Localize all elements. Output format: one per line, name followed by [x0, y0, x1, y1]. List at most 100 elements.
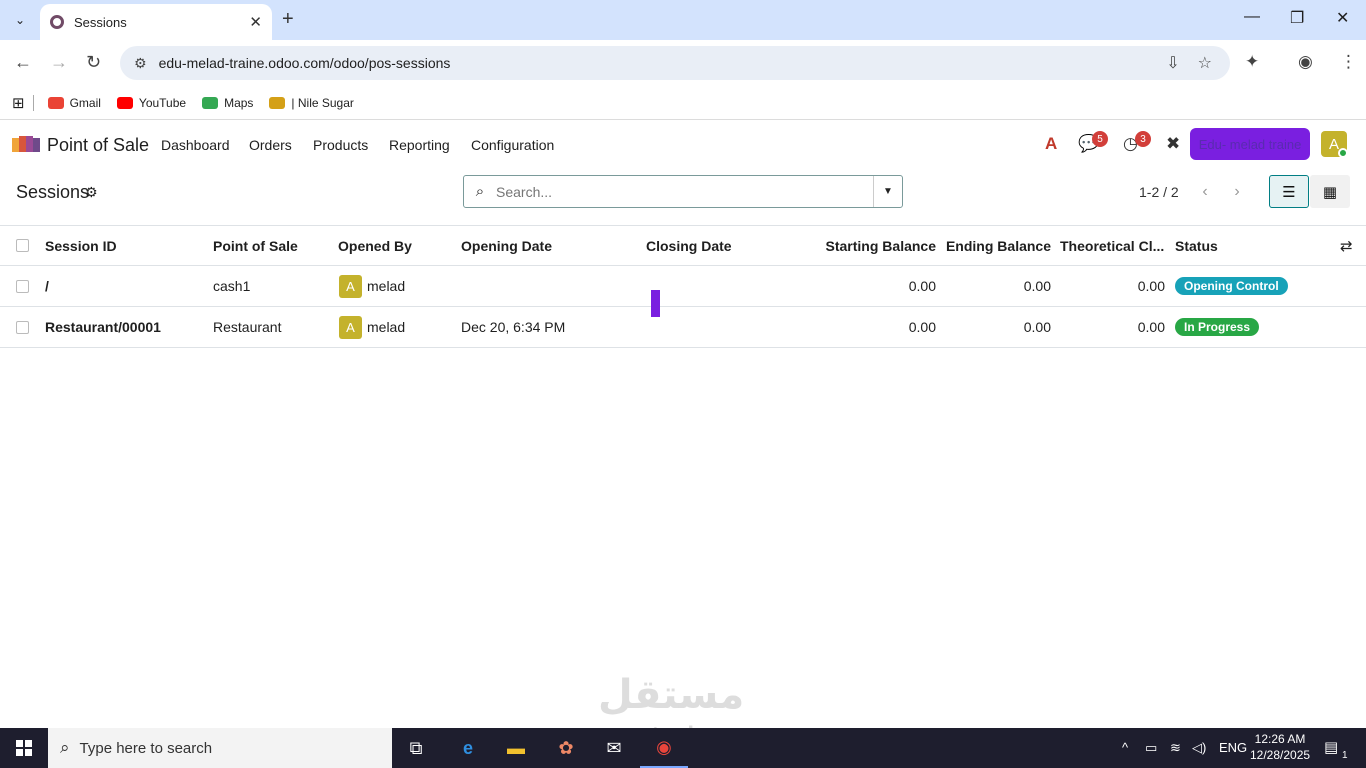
pos-app-logo-icon	[12, 136, 40, 152]
col-opened-by[interactable]: Opened By	[338, 226, 412, 265]
volume-icon[interactable]: ◁)	[1192, 740, 1206, 756]
mail-icon[interactable]: ✉	[590, 728, 638, 768]
battery-icon[interactable]: ▭	[1145, 740, 1157, 756]
clock-date: 12/28/2025	[1250, 748, 1311, 762]
windows-start-icon[interactable]	[0, 728, 48, 768]
task-view-icon[interactable]: ⧉	[392, 728, 440, 768]
browser-tab[interactable]: Sessions ✕	[40, 4, 272, 40]
bookmark-youtube[interactable]: YouTube	[116, 96, 186, 110]
ai-assistant-icon[interactable]: A	[1045, 134, 1057, 154]
youtube-icon	[116, 96, 133, 109]
opened-by: A melad	[339, 307, 405, 347]
col-opening-date[interactable]: Opening Date	[461, 226, 552, 265]
opened-by-name: melad	[367, 319, 406, 335]
show-hidden-icons[interactable]: ^	[1122, 740, 1128, 755]
table-row[interactable]: / cash1 A melad 0.00 0.00 0.00 Opening C…	[0, 266, 1366, 307]
window-close-icon[interactable]: ✕	[1336, 8, 1349, 28]
point-of-sale: cash1	[213, 278, 251, 294]
back-icon[interactable]: ←	[14, 52, 32, 73]
restore-icon[interactable]: ❐	[1290, 8, 1304, 28]
tab-search-button[interactable]: ⌄	[6, 7, 34, 33]
select-all-checkbox[interactable]	[16, 226, 29, 265]
bookmark-maps[interactable]: Maps	[202, 96, 253, 110]
odoo-favicon-icon	[50, 15, 64, 29]
system-clock[interactable]: 12:26 AM 12/28/2025	[1250, 731, 1310, 763]
pager-next-icon[interactable]: ›	[1222, 178, 1252, 206]
settings-gear-icon[interactable]: ⚙	[85, 184, 98, 201]
col-starting-balance[interactable]: Starting Balance	[820, 226, 936, 265]
bookmark-star-icon[interactable]: ☆	[1198, 53, 1212, 73]
debug-tools-icon[interactable]: ✖	[1166, 134, 1180, 154]
avatar: A	[339, 274, 362, 298]
page-title: Sessions	[16, 182, 90, 202]
status-badge-cell: In Progress	[1175, 307, 1260, 347]
opening-date: Dec 20, 6:34 PM	[461, 319, 566, 335]
optional-columns-icon[interactable]: ⇄	[1340, 226, 1353, 265]
minimize-icon[interactable]: —	[1244, 8, 1260, 26]
windows-taskbar: ⌕ Type here to search ⧉ e ▬ ✿ ✉ ◉ ^ ▭ ≋ …	[0, 728, 1366, 768]
opened-by-name: melad	[367, 278, 406, 294]
bookmark-gmail[interactable]: Gmail	[47, 96, 101, 110]
col-theoretical-closing[interactable]: Theoretical Cl...	[1060, 226, 1164, 265]
starting-balance: 0.00	[908, 319, 936, 335]
notification-count: 1	[1342, 750, 1348, 761]
redaction-mark	[651, 290, 660, 317]
session-id: /	[45, 278, 49, 294]
col-ending-balance[interactable]: Ending Balance	[946, 226, 1051, 265]
notification-center-icon[interactable]: ▤	[1324, 738, 1338, 756]
extensions-icon[interactable]: ✦	[1245, 52, 1259, 72]
forward-icon[interactable]: →	[50, 52, 68, 73]
kanban-view-icon[interactable]: ▦	[1310, 175, 1350, 208]
chrome-icon[interactable]: ◉	[640, 728, 688, 768]
list-view-icon[interactable]: ☰	[1269, 175, 1309, 208]
close-tab-icon[interactable]: ✕	[249, 13, 262, 31]
file-explorer-icon[interactable]: ▬	[492, 728, 540, 768]
table-row[interactable]: Restaurant/00001 Restaurant A melad Dec …	[0, 307, 1366, 348]
row-checkbox[interactable]	[16, 307, 29, 347]
bookmark-separator	[32, 94, 34, 111]
browser-tab-strip: ⌄ Sessions ✕ + — ❐ ✕	[0, 0, 1366, 40]
col-closing-date[interactable]: Closing Date	[646, 226, 732, 265]
browser-menu-icon[interactable]: ⋮	[1340, 52, 1357, 72]
bookmark-nile-sugar[interactable]: | Nile Sugar	[269, 96, 354, 110]
install-app-icon[interactable]: ⇩	[1166, 53, 1179, 73]
menu-orders[interactable]: Orders	[249, 137, 292, 153]
menu-products[interactable]: Products	[313, 137, 368, 153]
col-session-id[interactable]: Session ID	[45, 226, 117, 265]
site-info-icon[interactable]: ⚙	[134, 55, 147, 72]
taskbar-search[interactable]: ⌕ Type here to search	[48, 728, 392, 768]
clock-time: 12:26 AM	[1254, 732, 1306, 746]
messages-badge: 5	[1092, 131, 1108, 147]
new-tab-icon[interactable]: +	[282, 8, 294, 31]
paint-icon[interactable]: ✿	[542, 728, 590, 768]
company-switcher[interactable]: Edu- melad traine	[1190, 128, 1310, 160]
wifi-icon[interactable]: ≋	[1170, 740, 1181, 756]
col-point-of-sale[interactable]: Point of Sale	[213, 226, 298, 265]
menu-configuration[interactable]: Configuration	[471, 137, 554, 153]
reload-icon[interactable]: ↻	[86, 52, 101, 73]
search-input[interactable]	[496, 176, 873, 207]
row-checkbox[interactable]	[16, 266, 29, 306]
col-status[interactable]: Status	[1175, 226, 1218, 265]
pager-value[interactable]: 1-2 / 2	[1139, 184, 1179, 200]
apps-grid-icon[interactable]: ⊞	[12, 94, 25, 112]
language-indicator[interactable]: ENG	[1219, 740, 1247, 755]
tab-title: Sessions	[74, 14, 127, 30]
search-icon: ⌕	[475, 183, 485, 200]
url-text: edu-melad-traine.odoo.com/odoo/pos-sessi…	[158, 55, 451, 71]
starting-balance: 0.00	[908, 278, 936, 294]
edge-icon[interactable]: e	[444, 728, 492, 768]
watermark-arabic: مستقل	[598, 673, 745, 717]
menu-dashboard[interactable]: Dashboard	[161, 137, 230, 153]
online-status-dot	[1338, 148, 1348, 158]
app-name[interactable]: Point of Sale	[47, 135, 149, 156]
address-bar[interactable]: ⚙ edu-melad-traine.odoo.com/odoo/pos-ses…	[120, 46, 1230, 80]
profile-icon[interactable]: ◉	[1298, 52, 1313, 72]
menu-reporting[interactable]: Reporting	[389, 137, 450, 153]
status-badge-cell: Opening Control	[1175, 266, 1288, 306]
table-header: Session ID Point of Sale Opened By Openi…	[0, 225, 1366, 266]
browser-toolbar: ← → ↻ ⚙ edu-melad-traine.odoo.com/odoo/p…	[0, 40, 1366, 86]
search-options-toggle-icon[interactable]: ▼	[873, 176, 902, 207]
session-id: Restaurant/00001	[45, 319, 161, 335]
pager-previous-icon[interactable]: ‹	[1190, 178, 1220, 206]
